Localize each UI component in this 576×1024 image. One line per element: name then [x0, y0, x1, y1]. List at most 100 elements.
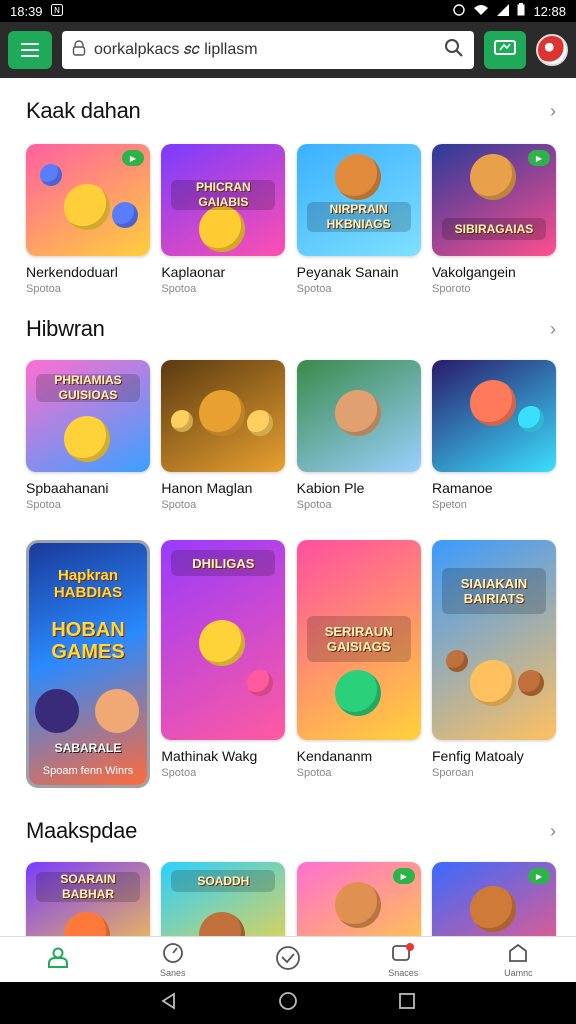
shop-icon	[507, 942, 529, 966]
compass-icon	[162, 942, 184, 966]
section-header[interactable]: Maakspdae ›	[26, 818, 556, 844]
section-header[interactable]: Kaak dahan ›	[26, 98, 556, 124]
play-badge-icon: ▶	[527, 150, 550, 166]
game-thumbnail: SOARAIN BABHAR	[26, 862, 150, 936]
nav-home[interactable]	[0, 937, 115, 982]
search-icon[interactable]	[444, 38, 464, 63]
game-title: Vakolgangein	[431, 264, 516, 280]
game-subtitle: Sporoan	[431, 767, 474, 779]
nav-label: Sanes	[160, 967, 186, 978]
game-art	[517, 670, 544, 696]
featured-art	[95, 689, 139, 733]
app-bar: oorkalpkacs 𝑠𝑐 lipllasm	[0, 22, 576, 78]
game-card[interactable]: ▶	[296, 862, 421, 936]
game-row: SOARAIN BABHAR SOADDH ▶ ▶	[26, 862, 556, 936]
chevron-right-icon[interactable]: ›	[550, 319, 556, 340]
game-thumbnail: NIRPRAIN HKBNIAGS	[296, 144, 421, 256]
tv-icon	[494, 39, 516, 62]
game-title: Nerkendoduarl	[26, 264, 118, 280]
nav-chat[interactable]: Snaces	[346, 937, 461, 982]
game-art	[334, 882, 381, 928]
chevron-right-icon[interactable]: ›	[550, 101, 556, 122]
section-title: Hibwran	[26, 316, 105, 341]
game-logo-text: PHRIAMIAS GUISIOAS	[36, 374, 140, 402]
game-card[interactable]: ▶ Nerkendoduarl Spotoa	[26, 144, 150, 295]
menu-icon-line	[21, 43, 39, 45]
featured-art	[35, 689, 79, 733]
featured-game-card[interactable]: Hapkran HABDIAS HOBAN GAMES SABARALE Spo…	[26, 540, 150, 788]
game-title: Peyanak Sanain	[296, 264, 399, 280]
play-badge-icon: ▶	[527, 868, 550, 884]
game-subtitle: Spotoa	[296, 767, 332, 779]
menu-button[interactable]	[8, 31, 52, 69]
game-art	[469, 154, 516, 200]
search-input[interactable]: oorkalpkacs 𝑠𝑐 lipllasm	[94, 41, 436, 59]
game-logo-text: SOADDH	[171, 870, 276, 892]
game-subtitle: Spotoa	[296, 499, 332, 511]
featured-caption: Spoam fenn Winrs	[42, 765, 134, 777]
game-thumbnail: SOADDH	[161, 862, 286, 936]
tv-button[interactable]	[484, 31, 526, 69]
section-header[interactable]: Hibwran ›	[26, 316, 556, 342]
game-thumbnail	[161, 360, 286, 472]
game-card[interactable]: PHICRAN GAIABIS Kaplaonar Spotoa	[161, 144, 286, 295]
game-thumbnail: PHRIAMIAS GUISIOAS	[26, 360, 150, 472]
chevron-right-icon[interactable]: ›	[550, 821, 556, 842]
game-logo-text: SERIRAUN GAISIAGS	[306, 616, 411, 662]
game-art	[469, 660, 516, 706]
game-card[interactable]: SERIRAUN GAISIAGS Kendananm Spotoa	[296, 540, 421, 788]
game-thumbnail: DHILIGAS	[161, 540, 286, 740]
game-card[interactable]: SOARAIN BABHAR	[26, 862, 150, 936]
game-thumbnail: SERIRAUN GAISIAGS	[296, 540, 421, 740]
game-thumbnail: PHICRAN GAIABIS	[161, 144, 286, 256]
game-art	[334, 154, 381, 200]
game-art	[199, 390, 246, 436]
featured-banner: SABARALE	[54, 741, 122, 755]
avatar[interactable]	[536, 34, 568, 66]
game-art	[445, 650, 468, 672]
game-card[interactable]: ▶	[431, 862, 556, 936]
play-badge-icon: ▶	[392, 868, 415, 884]
game-subtitle: Spotoa	[26, 499, 61, 511]
game-thumbnail: ▶	[296, 862, 421, 936]
search-bar[interactable]: oorkalpkacs 𝑠𝑐 lipllasm	[62, 31, 474, 69]
nav-label: Snaces	[388, 967, 419, 978]
home-circle-icon[interactable]	[278, 991, 298, 1016]
game-art	[40, 164, 62, 186]
back-icon[interactable]	[160, 991, 178, 1015]
game-title: Hanon Maglan	[161, 480, 253, 496]
game-card[interactable]: PHRIAMIAS GUISIOAS Spbaahanani Spotoa	[26, 360, 150, 511]
game-art	[334, 670, 381, 716]
game-thumbnail: SIAIAKAIN BAIRIATS	[431, 540, 556, 740]
game-logo-text: SIBIRAGAIAS	[441, 218, 546, 240]
game-card[interactable]: SIAIAKAIN BAIRIATS Fenfig Matoaly Sporoa…	[431, 540, 556, 788]
game-art	[469, 886, 516, 932]
play-badge-icon: ▶	[122, 150, 144, 166]
game-row: PHRIAMIAS GUISIOAS Spbaahanani Spotoa Ha…	[26, 360, 556, 511]
game-card[interactable]: Hanon Maglan Spotoa	[161, 360, 286, 511]
game-card[interactable]: DHILIGAS Mathinak Wakg Spotoa	[161, 540, 286, 788]
nav-clock[interactable]	[230, 937, 345, 982]
nav-shop[interactable]: Uamnc	[461, 937, 576, 982]
game-card[interactable]: NIRPRAIN HKBNIAGS Peyanak Sanain Spotoa	[296, 144, 421, 295]
game-card[interactable]: SIBIRAGAIAS ▶ Vakolgangein Sporoto	[431, 144, 556, 295]
game-logo-text: NIRPRAIN HKBNIAGS	[306, 202, 411, 232]
game-title: Kaplaonar	[161, 264, 226, 280]
recents-icon[interactable]	[398, 992, 416, 1015]
game-card[interactable]: Ramanoe Speton	[431, 360, 556, 511]
status-time: 18:39	[10, 3, 43, 19]
lock-icon	[72, 39, 86, 61]
game-thumbnail	[431, 360, 556, 472]
game-subtitle: Spotoa	[26, 283, 61, 295]
section-title: Kaak dahan	[26, 98, 141, 123]
game-title: Mathinak Wakg	[161, 748, 258, 764]
game-art	[64, 184, 110, 230]
wifi-icon	[473, 4, 489, 19]
game-card[interactable]: SOADDH	[161, 862, 286, 936]
nav-games[interactable]: Sanes	[115, 937, 230, 982]
game-art	[199, 620, 246, 666]
featured-subtitle: HOBAN GAMES	[51, 619, 125, 663]
clock-icon	[275, 945, 301, 973]
home-icon	[45, 945, 71, 973]
game-card[interactable]: Kabion Ple Spotoa	[296, 360, 421, 511]
